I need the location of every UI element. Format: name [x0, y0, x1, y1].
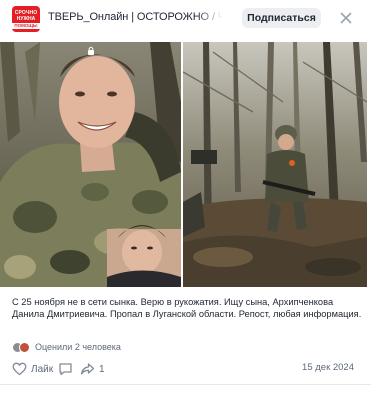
- comment-icon: [59, 363, 72, 376]
- photo-gallery: [0, 42, 371, 287]
- title-fade: [196, 8, 226, 28]
- heart-icon: [12, 362, 27, 376]
- like-label: Лайк: [31, 363, 54, 375]
- divider: [0, 384, 371, 385]
- reactions-summary[interactable]: Оценили 2 человека: [12, 341, 121, 353]
- post-header: СРОЧНО НУЖНА ПОМОЩЬ! ТВЕРЬ_Онлайн | ОСТО…: [0, 0, 371, 38]
- reactions-count-text: Оценили 2 человека: [35, 342, 121, 352]
- share-count: 1: [99, 363, 105, 375]
- channel-avatar[interactable]: СРОЧНО НУЖНА ПОМОЩЬ!: [12, 6, 40, 32]
- lock-icon: [88, 46, 94, 55]
- avatar-text-line-3: ПОМОЩЬ!: [12, 22, 40, 29]
- subscribe-button[interactable]: Подписаться: [242, 8, 321, 28]
- like-button[interactable]: Лайк: [12, 360, 53, 378]
- share-icon: [80, 363, 95, 375]
- reactor-avatar: [19, 341, 30, 353]
- avatar-text-line-2: НУЖНА: [16, 15, 36, 22]
- photo-selfie[interactable]: [0, 42, 181, 287]
- comment-button[interactable]: [58, 360, 73, 378]
- share-button[interactable]: 1: [80, 360, 105, 378]
- post-date[interactable]: 15 дек 2024: [302, 362, 354, 373]
- post-actions: Лайк 1 15 дек 2024: [0, 360, 371, 378]
- post-text: С 25 ноября не в сети сынка. Верю в руко…: [12, 297, 362, 320]
- photo-field[interactable]: [183, 42, 367, 287]
- close-icon[interactable]: [337, 9, 355, 27]
